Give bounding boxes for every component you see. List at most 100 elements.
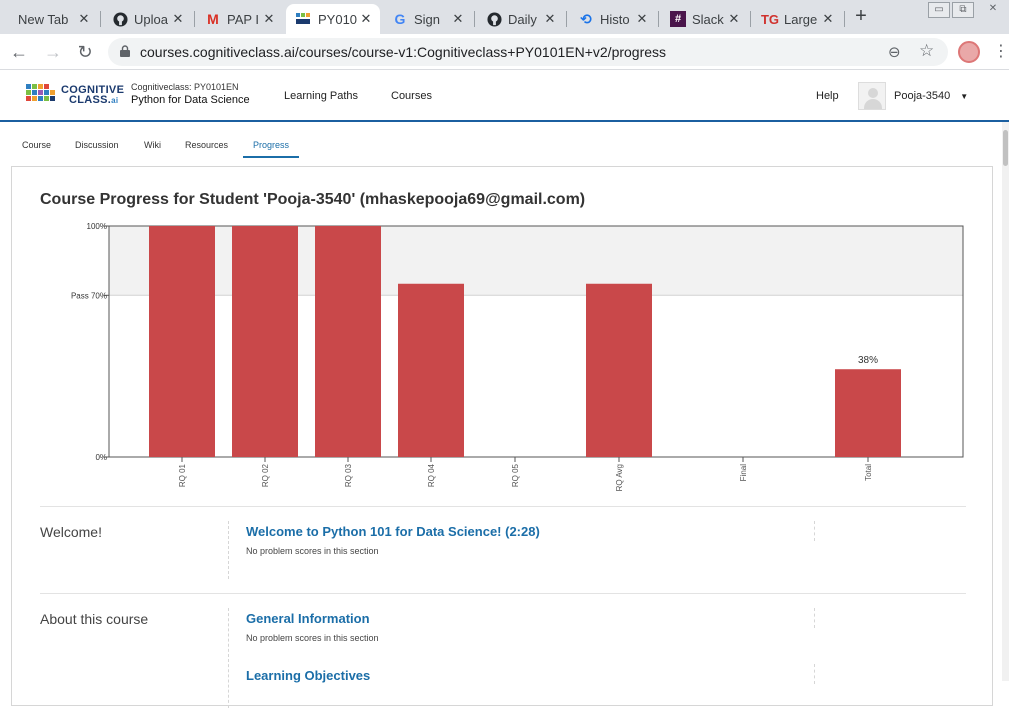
- browser-toolbar: ← → ↻ courses.cognitiveclass.ai/courses/…: [0, 34, 1009, 70]
- gmail-icon: M: [207, 11, 219, 27]
- tab-course[interactable]: Course: [22, 140, 51, 156]
- lock-icon: [120, 45, 130, 57]
- tab-title: Uploa: [134, 11, 168, 27]
- username: Pooja-3540: [894, 90, 951, 102]
- tab-title: Slack: [692, 11, 724, 27]
- x-tick-label: RQ 05: [511, 463, 520, 487]
- course-name: Python for Data Science: [131, 94, 250, 106]
- caret-down-icon: ▼: [960, 91, 969, 101]
- chart-bar: [586, 283, 652, 457]
- progress-chart: 100% Pass 70% 0% RQ 01 RQ 02 RQ 03 RQ 04 RQ 05 R…: [71, 222, 964, 491]
- restore-icon[interactable]: ⧉: [952, 2, 974, 18]
- tab-progress[interactable]: Progress: [243, 140, 300, 158]
- browser-tab[interactable]: New Tab ✕: [8, 4, 98, 34]
- new-tab-icon[interactable]: +: [850, 6, 872, 28]
- close-icon[interactable]: ✕: [358, 11, 374, 27]
- x-tick-label: RQ 01: [178, 463, 187, 487]
- close-icon[interactable]: ✕: [450, 11, 466, 27]
- section-divider: [814, 521, 815, 541]
- tab-title: Sign: [414, 11, 441, 27]
- close-icon[interactable]: ✕: [634, 11, 650, 27]
- nav-learning-paths[interactable]: Learning Paths: [284, 90, 358, 102]
- tab-wiki[interactable]: Wiki: [144, 140, 161, 156]
- close-icon[interactable]: ✕: [726, 11, 742, 27]
- back-icon[interactable]: ←: [8, 41, 30, 63]
- page-scrollbar[interactable]: [1002, 122, 1009, 681]
- profile-avatar-icon[interactable]: [958, 41, 980, 63]
- subsection-note: No problem scores in this section: [246, 546, 379, 556]
- close-icon[interactable]: ✕: [542, 11, 558, 27]
- browser-tab[interactable]: TG Large ✕: [752, 4, 842, 34]
- tab-title: PY010: [318, 11, 358, 27]
- tab-title: PAP I: [227, 11, 260, 27]
- github-icon: [112, 11, 128, 27]
- tab-title: Histo: [600, 11, 630, 27]
- cognitiveclass-icon: [296, 11, 312, 27]
- browser-tab[interactable]: M PAP I ✕: [195, 4, 283, 34]
- browser-tab[interactable]: # Slack ✕: [660, 4, 748, 34]
- window-close-icon[interactable]: ✕: [982, 2, 1004, 18]
- browser-tab[interactable]: Daily ✕: [476, 4, 564, 34]
- browser-tab[interactable]: ⟲ Histo ✕: [568, 4, 656, 34]
- chapter-name: About this course: [40, 611, 149, 627]
- progress-panel: Course Progress for Student 'Pooja-3540'…: [11, 166, 993, 708]
- cognitiveclass-logo[interactable]: COGNITIVE CLASS.ai: [26, 84, 124, 106]
- x-tick-label: RQ 02: [261, 463, 270, 487]
- logo-suffix: ai: [111, 95, 119, 105]
- close-icon[interactable]: ✕: [261, 11, 277, 27]
- browser-tab-active[interactable]: PY010 ✕: [286, 4, 380, 34]
- bookmark-star-icon[interactable]: ☆: [919, 41, 934, 61]
- forward-icon[interactable]: →: [42, 41, 64, 63]
- chart-bar: [232, 226, 298, 457]
- nav-courses[interactable]: Courses: [391, 90, 432, 102]
- subsection-note: No problem scores in this section: [246, 633, 379, 643]
- address-bar[interactable]: courses.cognitiveclass.ai/courses/course…: [108, 38, 948, 66]
- close-icon[interactable]: ✕: [820, 11, 836, 27]
- browser-tab[interactable]: G Sign ✕: [382, 4, 472, 34]
- x-tick-label: RQ 04: [427, 463, 436, 487]
- section-divider: [814, 608, 815, 628]
- chapter-section: Welcome! Welcome to Python 101 for Data …: [40, 506, 966, 594]
- page-title: Course Progress for Student 'Pooja-3540'…: [40, 191, 586, 208]
- chapter-section: About this course General Information No…: [40, 593, 966, 713]
- tab-title: Daily: [508, 11, 537, 27]
- course-org: Cognitiveclass: PY0101EN: [131, 82, 239, 92]
- section-divider: [228, 608, 229, 708]
- scrollbar-thumb[interactable]: [1003, 130, 1008, 166]
- user-menu[interactable]: Pooja-3540 ▼: [858, 82, 978, 110]
- github-icon: [486, 11, 502, 27]
- history-icon: ⟲: [580, 10, 592, 27]
- section-divider: [228, 521, 229, 579]
- tab-title: New Tab: [18, 11, 69, 27]
- minimize-icon[interactable]: ▭: [928, 2, 950, 18]
- chart-bar: [835, 369, 901, 457]
- x-tick-label: RQ Avg: [615, 464, 624, 491]
- data-label: 38%: [858, 355, 878, 366]
- logo-line2: CLASS.: [69, 93, 112, 106]
- slack-icon: #: [670, 11, 686, 27]
- course-tabs: Course Discussion Wiki Resources Progres…: [0, 140, 1009, 162]
- section-divider: [814, 664, 815, 684]
- tab-discussion[interactable]: Discussion: [75, 140, 119, 156]
- browser-tab[interactable]: Uploa ✕: [102, 4, 192, 34]
- browser-tabstrip: New Tab ✕ Uploa ✕ M PAP I ✕ PY010 ✕ G Si…: [0, 0, 1009, 34]
- close-icon[interactable]: ✕: [76, 11, 92, 27]
- subsection-link[interactable]: General Information: [246, 611, 370, 626]
- close-icon[interactable]: ✕: [170, 11, 186, 27]
- chart-bar: [398, 283, 464, 457]
- logo-mark-icon: [26, 84, 58, 106]
- url-text: courses.cognitiveclass.ai/courses/course…: [140, 44, 667, 60]
- help-link[interactable]: Help: [816, 90, 839, 102]
- browser-menu-icon[interactable]: ⋮: [993, 41, 1009, 61]
- tg-icon: TG: [760, 11, 780, 27]
- reload-icon[interactable]: ↻: [74, 41, 96, 63]
- zoom-icon[interactable]: ⊖: [888, 43, 901, 61]
- y-tick-label: 100%: [87, 222, 107, 231]
- x-tick-label: Final: [739, 464, 748, 482]
- site-header: COGNITIVE CLASS.ai Cognitiveclass: PY010…: [0, 70, 1009, 122]
- chapter-name: Welcome!: [40, 524, 102, 540]
- tab-resources[interactable]: Resources: [185, 140, 228, 156]
- course-identifier: Cognitiveclass: PY0101EN Python for Data…: [131, 82, 250, 106]
- chart-bar: [149, 226, 215, 457]
- subsection-link[interactable]: Welcome to Python 101 for Data Science! …: [246, 524, 540, 539]
